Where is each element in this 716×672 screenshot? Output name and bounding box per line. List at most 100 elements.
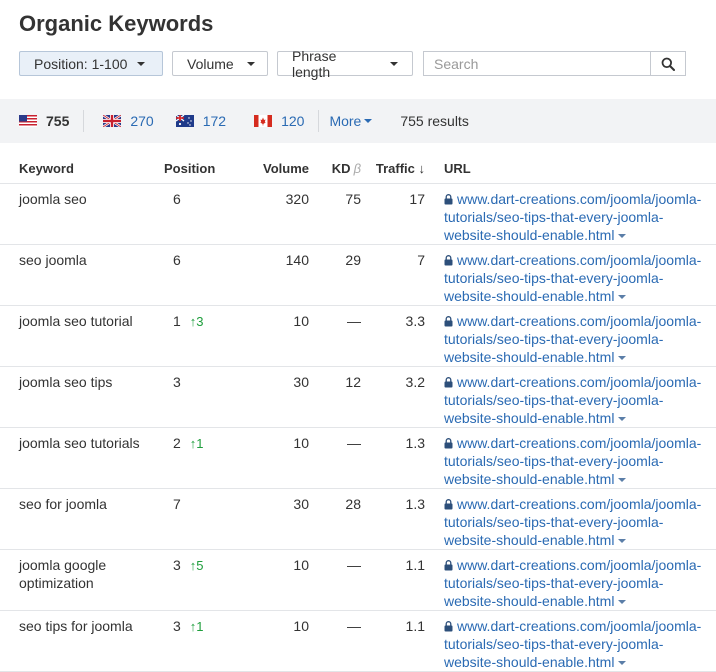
lock-icon [444,377,453,388]
search-input[interactable] [424,52,650,75]
chevron-down-icon [246,61,255,66]
traffic-value: 1.1 [405,618,425,634]
chevron-down-icon [390,61,398,66]
chevron-down-icon[interactable] [618,234,627,238]
au-flag-icon [175,115,194,127]
lock-icon [444,438,453,449]
results-count: 755 results [400,113,469,129]
keyword-text[interactable]: joomla seo tutorials [19,428,164,452]
phrase-length-filter-button[interactable]: Phrase length [277,48,413,80]
keyword-text[interactable]: joomla seo tutorial [19,306,164,330]
table-row: joomla google optimization 3 ↑5 10 — 1.1 www.d… [0,549,716,611]
position-value: 3 [173,374,181,390]
position-value: 1 [173,313,181,329]
country-count: 755 [46,113,70,129]
table-row: joomla seo tips 3 30 12 3.2 www.dart-creation… [0,366,716,428]
divider [83,110,85,132]
position-filter-label: Position: 1-100 [34,55,128,72]
keyword-text[interactable]: joomla seo tips [19,367,164,391]
country-uk[interactable]: 270 [103,113,154,129]
kd-value: 29 [345,252,361,268]
page-title: Organic Keywords [19,11,214,36]
ca-flag-icon [254,115,273,127]
url-link[interactable]: www.dart-creations.com/joomla/joomla-tut… [444,191,701,243]
position-change: ↑3 [189,314,204,329]
volume-value: 30 [293,496,309,512]
url-link[interactable]: www.dart-creations.com/joomla/joomla-tut… [444,374,701,426]
col-keyword[interactable]: Keyword [0,153,164,184]
divider [318,110,320,132]
url-link[interactable]: www.dart-creations.com/joomla/joomla-tut… [444,557,701,609]
position-value: 3 [173,557,181,573]
country-count: 270 [130,113,154,129]
position-change: ↑1 [189,619,204,634]
volume-value: 10 [293,313,309,329]
volume-value: 10 [293,435,309,451]
chevron-down-icon[interactable] [618,417,627,421]
col-kd[interactable]: KD β [309,153,361,184]
us-flag-icon [19,115,37,127]
keyword-text[interactable]: seo tips for joomla [19,611,164,635]
volume-filter-label: Volume [187,55,234,72]
country-ca[interactable]: 120 [254,113,304,129]
col-volume[interactable]: Volume [244,153,309,184]
lock-icon [444,316,453,327]
volume-filter-button[interactable]: Volume [172,51,268,76]
chevron-down-icon [364,119,373,123]
kd-label: KD [331,160,351,176]
more-label: More [329,113,362,129]
kd-value: 75 [345,191,361,207]
volume-value: 10 [293,557,309,573]
position-value: 2 [173,435,181,451]
url-link[interactable]: www.dart-creations.com/joomla/joomla-tut… [444,618,701,670]
search-box [423,51,686,76]
lock-icon [444,621,453,632]
kd-value: — [347,618,361,634]
uk-flag-icon [103,115,122,127]
traffic-value: 7 [417,252,425,268]
chevron-down-icon[interactable] [618,600,627,604]
volume-value: 140 [285,252,309,268]
traffic-value: 1.1 [405,557,425,573]
more-countries-button[interactable]: More [329,113,373,129]
kd-value: 12 [345,374,361,390]
lock-icon [444,255,453,266]
traffic-value: 17 [409,191,425,207]
keyword-text[interactable]: seo joomla [19,245,164,269]
chevron-down-icon[interactable] [618,539,627,543]
keywords-table: Keyword Position Volume KD β Traffic ↓ UR… [0,153,716,672]
table-row: seo for joomla 7 30 28 1.3 www.dart-creations… [0,488,716,550]
position-value: 3 [173,618,181,634]
country-us[interactable]: 755 [19,113,69,129]
volume-value: 320 [285,191,309,207]
volume-value: 30 [293,374,309,390]
keyword-text[interactable]: joomla google optimization [19,550,164,592]
kd-value: — [347,557,361,573]
position-change: ↑1 [189,436,204,451]
chevron-down-icon[interactable] [618,295,627,299]
table-row: seo joomla 6 140 29 7 www.dart-creations.com/… [0,244,716,306]
traffic-value: 3.3 [405,313,425,329]
search-button[interactable] [650,52,685,75]
lock-icon [444,194,453,205]
keyword-text[interactable]: seo for joomla [19,489,164,513]
url-link[interactable]: www.dart-creations.com/joomla/joomla-tut… [444,496,701,548]
position-value: 6 [173,252,181,268]
col-url[interactable]: URL [425,153,716,184]
lock-icon [444,560,453,571]
col-traffic[interactable]: Traffic ↓ [361,153,425,184]
url-link[interactable]: www.dart-creations.com/joomla/joomla-tut… [444,435,701,487]
country-au[interactable]: 172 [175,113,226,129]
position-filter-button[interactable]: Position: 1-100 [19,51,163,76]
chevron-down-icon[interactable] [618,478,627,482]
chevron-down-icon[interactable] [618,661,627,665]
url-link[interactable]: www.dart-creations.com/joomla/joomla-tut… [444,252,701,304]
col-position[interactable]: Position [164,153,244,184]
kd-value: 28 [345,496,361,512]
table-row: joomla seo tutorial 1 ↑3 10 — 3.3 www.dart-cre… [0,305,716,367]
keyword-text[interactable]: joomla seo [19,184,164,208]
url-link[interactable]: www.dart-creations.com/joomla/joomla-tut… [444,313,701,365]
position-change: ↑5 [189,558,204,573]
chevron-down-icon[interactable] [618,356,627,360]
kd-value: — [347,435,361,451]
